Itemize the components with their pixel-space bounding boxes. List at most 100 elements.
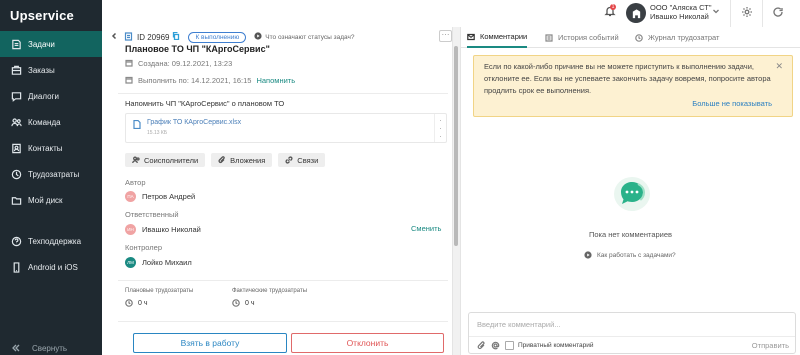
task-description: Напомнить ЧП "КАргоСервис" о плановом ТО bbox=[125, 99, 285, 108]
refresh-button[interactable] bbox=[772, 6, 784, 20]
account-menu-button[interactable] bbox=[712, 7, 720, 17]
sidebar-item-orders[interactable]: Заказы bbox=[0, 57, 102, 83]
sidebar-item-label: Команда bbox=[28, 117, 61, 127]
attachment-card[interactable]: График ТО КАргоСервис.xlsx 15.13 КБ · · · bbox=[125, 113, 447, 143]
calendar-icon bbox=[125, 59, 133, 67]
tasks-icon bbox=[10, 38, 22, 50]
sidebar-item-tasks[interactable]: Задачи bbox=[0, 31, 102, 57]
copy-icon bbox=[173, 31, 180, 41]
secondary-nav: Техподдержка Android и iOS bbox=[0, 228, 102, 280]
tab-comments[interactable]: Комментарии bbox=[467, 27, 528, 48]
account-user[interactable]: Ивашко Николай bbox=[650, 12, 709, 21]
collapse-icon bbox=[12, 344, 20, 352]
account-avatar[interactable] bbox=[626, 3, 646, 23]
private-comment-checkbox[interactable] bbox=[505, 341, 514, 350]
sidebar-item-label: Трудозатраты bbox=[28, 169, 80, 179]
links-button[interactable]: Связи bbox=[278, 153, 326, 167]
tab-label: Журнал трудозатрат bbox=[648, 33, 720, 42]
howto-text: Как работать с задачами? bbox=[597, 251, 676, 259]
take-task-button[interactable]: Взять в работу bbox=[133, 333, 287, 353]
reject-task-button[interactable]: Отклонить bbox=[291, 333, 444, 353]
coexecutors-button[interactable]: Соисполнители bbox=[125, 153, 206, 167]
attachment-name[interactable]: График ТО КАргоСервис.xlsx bbox=[147, 119, 241, 126]
folder-icon bbox=[10, 194, 22, 206]
status-help-link[interactable]: Что означают статусы задач? bbox=[265, 34, 354, 41]
howto-link[interactable]: Как работать с задачами? bbox=[584, 250, 676, 260]
planned-labor[interactable]: 0 ч bbox=[125, 298, 148, 308]
empty-comments-text: Пока нет комментариев bbox=[588, 230, 673, 239]
main-nav: Задачи Заказы Диалоги Команда Контакты Т… bbox=[0, 31, 102, 213]
task-id: ID 20969 bbox=[137, 32, 170, 42]
sidebar-item-label: Android и iOS bbox=[28, 262, 78, 272]
settings-button[interactable] bbox=[741, 6, 753, 20]
change-assignee-link[interactable]: Сменить bbox=[411, 224, 441, 233]
play-icon bbox=[584, 251, 592, 259]
copy-link-button[interactable] bbox=[172, 31, 180, 42]
send-button[interactable]: Отправить bbox=[752, 341, 789, 350]
orders-icon bbox=[10, 64, 22, 76]
task-due: Выполнить по: 14.12.2021, 16:15 Напомнит… bbox=[125, 75, 295, 85]
notifications-button[interactable]: 1 bbox=[604, 4, 618, 19]
divider bbox=[118, 93, 448, 94]
support-icon bbox=[10, 235, 22, 247]
comment-input[interactable] bbox=[477, 317, 777, 331]
tab-history[interactable]: История событий bbox=[545, 27, 619, 48]
sidebar-item-labor[interactable]: Трудозатраты bbox=[0, 161, 102, 187]
chip-label: Соисполнители bbox=[144, 155, 199, 165]
sidebar-item-label: Задачи bbox=[28, 39, 55, 49]
tab-labor-journal[interactable]: Журнал трудозатрат bbox=[635, 27, 719, 48]
actual-labor[interactable]: 0 ч bbox=[232, 298, 255, 308]
planned-labor-label: Плановые трудозатраты bbox=[125, 288, 194, 294]
sidebar-item-mobile[interactable]: Android и iOS bbox=[0, 254, 102, 280]
account-company[interactable]: ООО "Аляска СТ" bbox=[650, 3, 712, 12]
calendar-icon bbox=[125, 76, 133, 84]
labor-icon bbox=[10, 168, 22, 180]
sidebar-item-team[interactable]: Команда bbox=[0, 109, 102, 135]
back-button[interactable] bbox=[110, 32, 118, 42]
controller-name: Лойко Михаил bbox=[142, 257, 192, 267]
controller-person[interactable]: ЛМ Лойко Михаил bbox=[125, 256, 192, 268]
private-comment-label[interactable]: Приватный комментарий bbox=[518, 342, 594, 349]
divider bbox=[118, 321, 448, 322]
contacts-icon bbox=[10, 142, 22, 154]
remind-link[interactable]: Напомнить bbox=[256, 76, 295, 85]
sidebar-item-dialogs[interactable]: Диалоги bbox=[0, 83, 102, 109]
topbar: 1 ООО "Аляска СТ" Ивашко Николай bbox=[102, 0, 800, 27]
comments-tabs: Комментарии История событий Журнал трудо… bbox=[461, 27, 800, 48]
actual-labor-label: Фактические трудозатраты bbox=[232, 288, 308, 294]
alert-text: Если по какой-либо причине вы не можете … bbox=[484, 62, 771, 95]
attachments-button[interactable]: Вложения bbox=[211, 153, 273, 167]
sidebar-item-label: Контакты bbox=[28, 143, 63, 153]
assignee-person[interactable]: ИН Ивашко Николай bbox=[125, 223, 201, 235]
link-icon bbox=[285, 156, 293, 164]
play-icon bbox=[254, 32, 262, 42]
assignee-name: Ивашко Николай bbox=[142, 224, 201, 234]
close-icon[interactable]: ✕ bbox=[775, 61, 783, 72]
sidebar-item-disk[interactable]: Мой диск bbox=[0, 187, 102, 213]
status-badge[interactable]: К выполнению bbox=[188, 31, 247, 43]
collapse-label: Свернуть bbox=[32, 343, 68, 353]
mention-button[interactable] bbox=[491, 341, 500, 352]
sidebar-item-label: Заказы bbox=[28, 65, 55, 75]
sidebar-item-contacts[interactable]: Контакты bbox=[0, 135, 102, 161]
attachment-more-button[interactable]: · · · bbox=[434, 114, 446, 142]
avatar: ЛМ bbox=[125, 256, 136, 268]
team-icon bbox=[10, 116, 22, 128]
at-icon bbox=[491, 341, 500, 350]
dont-show-again-link[interactable]: Больше не показывать bbox=[692, 99, 772, 108]
task-scrollbar-thumb[interactable] bbox=[454, 46, 458, 246]
avatar: ИН bbox=[125, 223, 136, 235]
attach-file-button[interactable] bbox=[477, 341, 486, 352]
sidebar-item-support[interactable]: Техподдержка bbox=[0, 228, 102, 254]
attachment-size: 15.13 КБ bbox=[147, 130, 168, 136]
chip-label: Связи bbox=[297, 155, 319, 165]
assignee-label: Ответственный bbox=[125, 210, 179, 219]
users-icon bbox=[132, 156, 140, 164]
author-person[interactable]: ПА Петров Андрей bbox=[125, 190, 195, 202]
task-more-button[interactable]: ··· bbox=[439, 30, 452, 42]
refresh-icon bbox=[773, 7, 783, 17]
paperclip-icon bbox=[218, 156, 225, 164]
paperclip-icon bbox=[477, 341, 485, 350]
app-logo[interactable]: Upservice bbox=[10, 8, 74, 23]
collapse-sidebar-button[interactable]: Свернуть bbox=[10, 341, 67, 355]
